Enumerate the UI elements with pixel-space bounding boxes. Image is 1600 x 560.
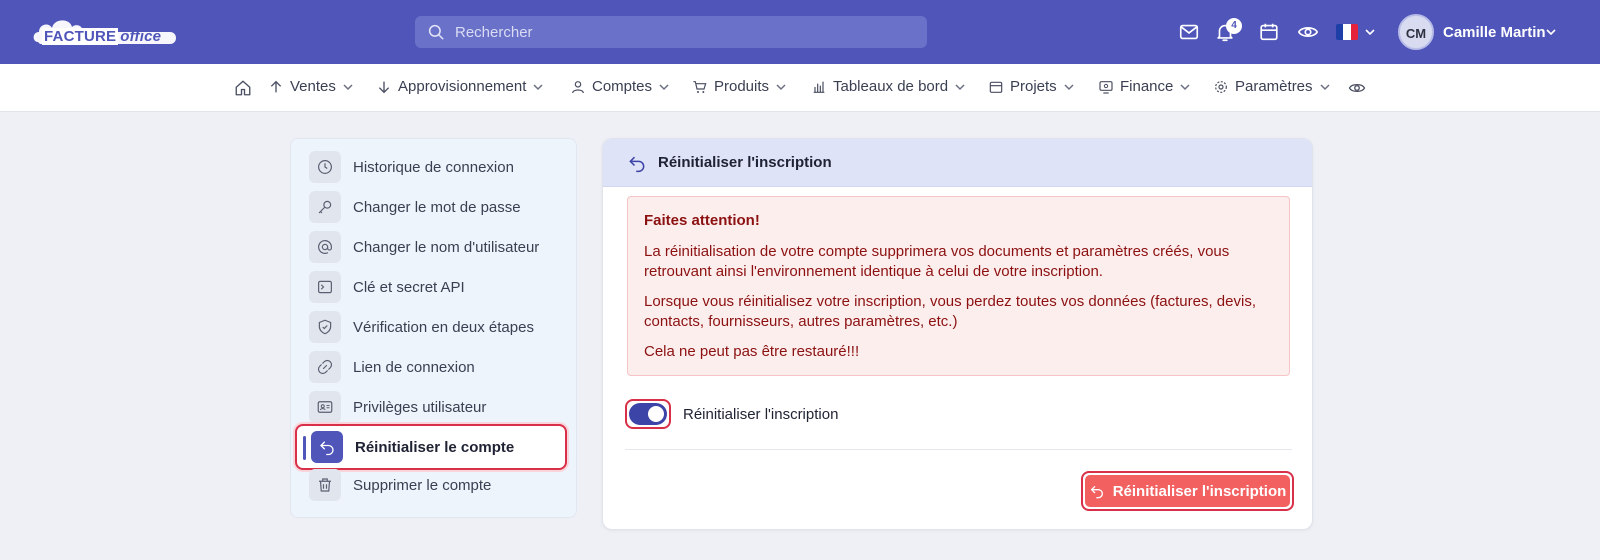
alert-title: Faites attention! (644, 212, 760, 229)
user-icon (572, 80, 584, 93)
nav-label: Ventes (290, 78, 336, 95)
eye-icon[interactable] (1348, 79, 1366, 97)
nav-approvisionnement[interactable]: Approvisionnement (376, 78, 544, 95)
sidebar-item-change-password[interactable]: Changer le mot de passe (309, 189, 563, 225)
arrow-down-icon (378, 81, 390, 93)
nav-label: Approvisionnement (398, 78, 527, 95)
calendar-icon (989, 81, 1003, 93)
avatar[interactable]: CM (1398, 14, 1434, 50)
nav-tableaux-de-bord[interactable]: Tableaux de bord (811, 78, 966, 95)
calendar-icon[interactable] (1258, 21, 1280, 43)
reset-toggle[interactable] (625, 399, 671, 429)
chevron-down-icon (343, 83, 353, 90)
sidebar-item-change-username[interactable]: Changer le nom d'utilisateur (309, 229, 563, 265)
nav-projets[interactable]: Projets (988, 78, 1075, 95)
sidebar-item-label: Lien de connexion (353, 358, 475, 376)
sidebar-item-label: Réinitialiser le compte (355, 438, 515, 456)
terminal-icon (318, 280, 332, 294)
sidebar-item-login-link[interactable]: Lien de connexion (309, 349, 563, 385)
alert-paragraph: Cela ne peut pas être restauré!!! (644, 343, 860, 360)
sidebar-item-label: Historique de connexion (353, 158, 514, 176)
monitor-icon (1099, 80, 1113, 94)
sidebar-item-label: Changer le mot de passe (353, 198, 521, 216)
cart-icon (693, 80, 707, 93)
id-card-icon (317, 401, 333, 413)
sidebar-item-login-history[interactable]: Historique de connexion (309, 149, 563, 185)
notification-badge: 4 (1226, 18, 1242, 34)
nav-label: Paramètres (1235, 78, 1313, 95)
home-icon[interactable] (234, 79, 252, 97)
chevron-down-icon (1320, 83, 1330, 90)
facture-office-logo[interactable]: FACTURE office (32, 14, 180, 50)
nav-finance[interactable]: Finance (1098, 78, 1191, 95)
chevron-down-icon (533, 83, 543, 90)
clock-icon (318, 160, 332, 174)
alert-paragraph: La réinitialisation de votre compte supp… (644, 243, 1230, 280)
nav-comptes[interactable]: Comptes (570, 78, 670, 95)
search-icon (428, 24, 444, 40)
logo-word-office: office (120, 28, 162, 45)
sidebar-item-label: Supprimer le compte (353, 476, 492, 494)
nav-label: Comptes (592, 78, 653, 95)
alert-paragraph: Lorsque vous réinitialisez votre inscrip… (644, 293, 1256, 330)
undo-icon (629, 156, 645, 173)
nav-produits[interactable]: Produits (692, 78, 787, 95)
eye-icon[interactable] (1297, 21, 1319, 43)
divider (625, 449, 1292, 450)
chevron-down-icon (1180, 83, 1190, 90)
language-flag-icon[interactable] (1336, 24, 1358, 40)
nav-label: Produits (714, 78, 770, 95)
gear-icon (1215, 80, 1227, 93)
at-icon (318, 240, 332, 254)
card-header: Réinitialiser l'inscription (603, 139, 1312, 187)
sidebar-item-delete-account[interactable]: Supprimer le compte (309, 467, 563, 503)
toggle-knob (648, 406, 664, 422)
user-name[interactable]: Camille Martin (1443, 24, 1546, 41)
chevron-down-icon (659, 83, 669, 90)
bar-chart-icon (813, 81, 825, 93)
shield-icon (318, 319, 332, 335)
nav-label: Tableaux de bord (833, 78, 949, 95)
mail-icon[interactable] (1178, 21, 1200, 43)
reset-toggle-row: Réinitialiser l'inscription (625, 399, 838, 429)
nav-label: Projets (1010, 78, 1057, 95)
chevron-down-icon[interactable] (1545, 26, 1557, 38)
search-placeholder: Rechercher (455, 24, 533, 41)
warning-alert: Faites attention! La réinitialisation de… (627, 196, 1290, 376)
reset-registration-card: Réinitialiser l'inscription Faites atten… (602, 138, 1313, 530)
sidebar-item-label: Clé et secret API (353, 278, 465, 296)
undo-icon (1090, 485, 1103, 499)
key-icon (318, 200, 332, 214)
nav-parametres[interactable]: Paramètres (1213, 78, 1331, 95)
nav-ventes[interactable]: Ventes (268, 78, 354, 95)
card-title: Réinitialiser l'inscription (658, 154, 832, 171)
logo-text: FACTURE office (42, 28, 161, 45)
chevron-down-icon (955, 83, 965, 90)
chevron-down-icon (1064, 83, 1074, 90)
main-nav: Ventes Approvisionnement Comptes Produit… (0, 64, 1600, 112)
search-input[interactable]: Rechercher (415, 16, 927, 48)
top-bar: FACTURE office Rechercher 4 CM Camille Ma… (0, 0, 1600, 64)
toggle-label: Réinitialiser l'inscription (683, 405, 839, 423)
sidebar-item-label: Privilèges utilisateur (353, 398, 487, 416)
trash-icon (319, 478, 331, 492)
sidebar-item-label: Vérification en deux étapes (353, 318, 534, 336)
logo-word-facture: FACTURE (42, 28, 119, 45)
chevron-down-icon (776, 83, 786, 90)
link-icon (317, 359, 333, 375)
active-indicator (303, 436, 306, 460)
arrow-up-icon (270, 80, 282, 92)
account-settings-sidebar: Historique de connexion Changer le mot d… (290, 138, 577, 518)
reset-registration-button[interactable]: Réinitialiser l'inscription (1081, 471, 1294, 511)
sidebar-item-user-privileges[interactable]: Privilèges utilisateur (309, 389, 563, 425)
chevron-down-icon[interactable] (1364, 26, 1376, 38)
button-label: Réinitialiser l'inscription (1112, 482, 1287, 500)
sidebar-item-two-factor[interactable]: Vérification en deux étapes (309, 309, 563, 345)
sidebar-item-reset-account[interactable]: Réinitialiser le compte (295, 424, 567, 470)
nav-label: Finance (1120, 78, 1174, 95)
toggle-switch[interactable] (629, 403, 667, 425)
sidebar-item-label: Changer le nom d'utilisateur (353, 238, 540, 256)
sidebar-item-api-key[interactable]: Clé et secret API (309, 269, 563, 305)
undo-icon (320, 441, 334, 456)
